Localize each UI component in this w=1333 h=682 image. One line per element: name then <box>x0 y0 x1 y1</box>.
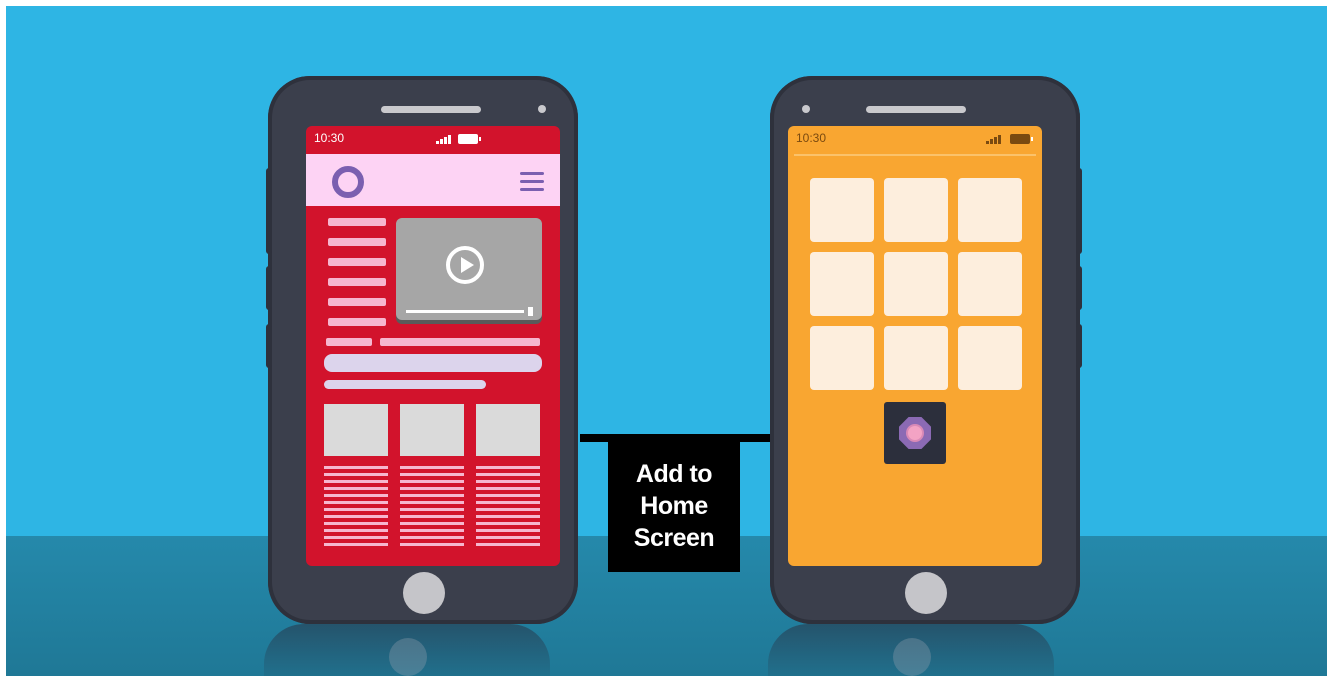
play-button-icon[interactable] <box>446 246 484 284</box>
left-phone: 10:30 <box>266 76 578 624</box>
website-header <box>306 154 560 206</box>
home-screen: 10:30 <box>788 126 1042 566</box>
front-camera <box>538 105 546 113</box>
text-line <box>328 218 386 226</box>
app-tile[interactable] <box>958 178 1022 242</box>
text-line <box>328 258 386 266</box>
app-tile[interactable] <box>810 326 874 390</box>
battery-icon <box>458 134 481 144</box>
website-screen: 10:30 <box>306 126 560 566</box>
side-button <box>266 324 272 368</box>
app-tile[interactable] <box>958 252 1022 316</box>
content-pill <box>324 354 542 372</box>
added-app-shortcut[interactable] <box>884 402 946 464</box>
hamburger-menu-icon[interactable] <box>520 172 544 196</box>
text-line <box>380 338 540 346</box>
image-thumbnail <box>324 404 388 456</box>
text-line <box>328 278 386 286</box>
text-line <box>328 238 386 246</box>
label-text: Add to Home Screen <box>633 460 715 552</box>
text-line <box>328 318 386 326</box>
home-button[interactable] <box>403 572 445 614</box>
front-camera <box>802 105 810 113</box>
text-line <box>328 298 386 306</box>
image-thumbnail <box>476 404 540 456</box>
image-thumbnail <box>400 404 464 456</box>
right-phone-reflection <box>768 624 1054 676</box>
video-progress-track[interactable] <box>406 310 524 313</box>
side-button <box>266 266 272 310</box>
app-tile[interactable] <box>958 326 1022 390</box>
status-bar: 10:30 <box>788 126 1042 150</box>
hexagon-ring-logo-icon <box>332 166 364 198</box>
signal-icon <box>436 134 454 144</box>
add-to-home-screen-label: Add to Home Screen <box>608 440 740 572</box>
volume-button <box>266 168 272 254</box>
side-button <box>1076 324 1082 368</box>
home-button[interactable] <box>905 572 947 614</box>
app-tile[interactable] <box>884 178 948 242</box>
app-tile[interactable] <box>884 326 948 390</box>
status-time: 10:30 <box>314 131 345 145</box>
octagon-app-icon <box>899 417 931 449</box>
illustration-scene: 10:30 Add to Home Screen 10:30 <box>6 6 1327 676</box>
text-line <box>326 338 372 346</box>
volume-button <box>1076 168 1082 254</box>
app-tile[interactable] <box>810 178 874 242</box>
status-bar: 10:30 <box>306 126 560 150</box>
video-player[interactable] <box>396 218 542 320</box>
battery-icon <box>1010 134 1033 144</box>
left-phone-reflection <box>264 624 550 676</box>
speaker-grille <box>381 106 481 113</box>
text-column <box>400 466 464 550</box>
side-button <box>1076 266 1082 310</box>
status-time: 10:30 <box>796 131 827 145</box>
text-column <box>324 466 388 550</box>
signal-icon <box>986 134 1004 144</box>
speaker-grille <box>866 106 966 113</box>
app-tile[interactable] <box>810 252 874 316</box>
app-tile[interactable] <box>884 252 948 316</box>
text-column <box>476 466 540 550</box>
right-phone: 10:30 <box>770 76 1082 624</box>
video-progress-end <box>528 307 533 316</box>
content-line <box>324 380 486 389</box>
status-divider <box>794 154 1036 156</box>
